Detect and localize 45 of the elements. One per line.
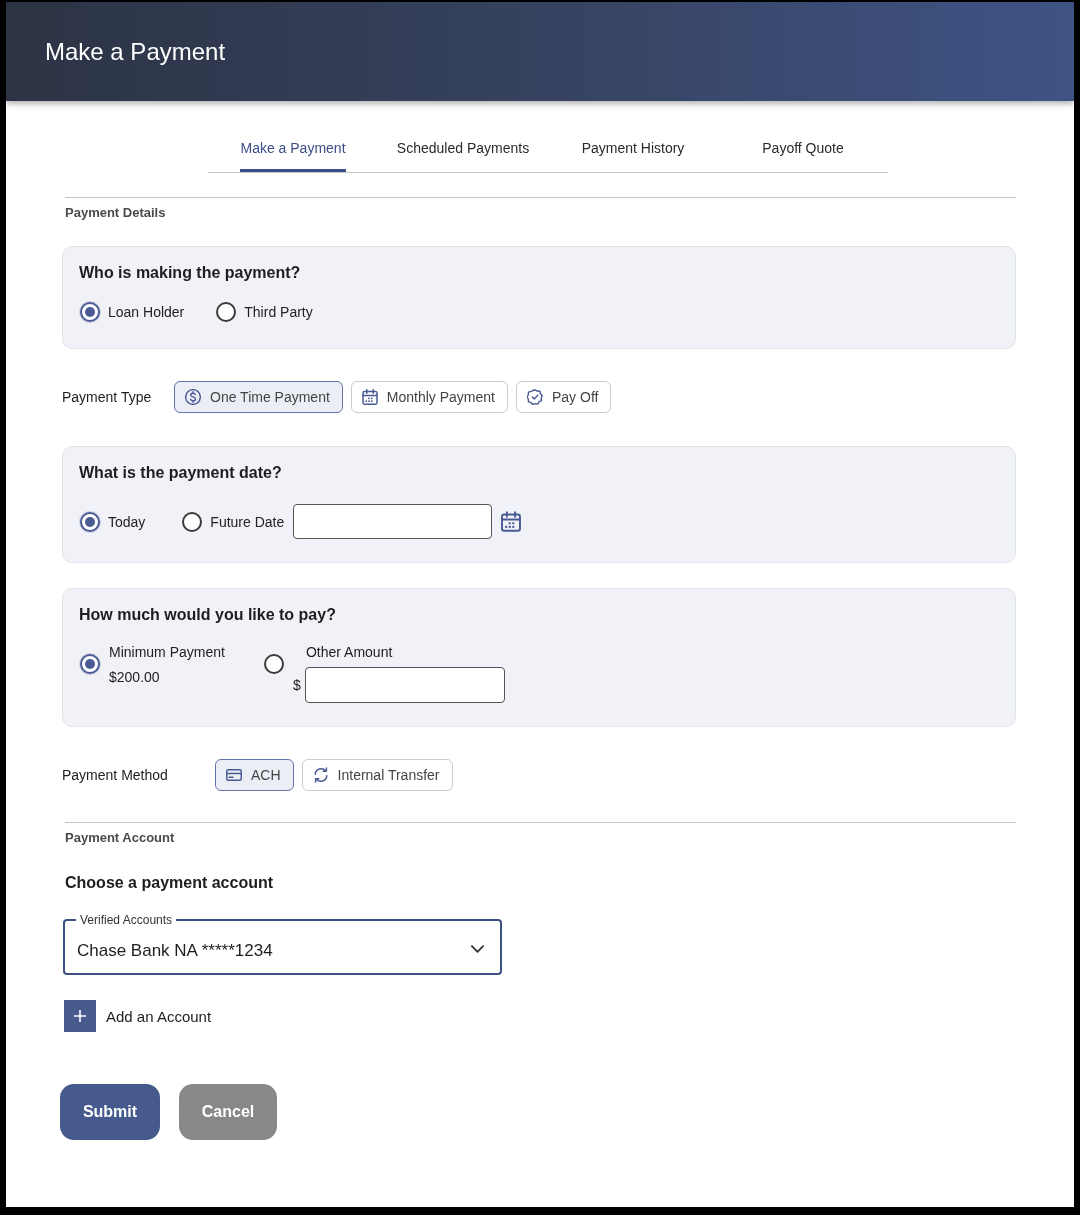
tab[interactable]: Payoff Quote [762, 131, 844, 172]
option-label: Third Party [244, 303, 313, 322]
toggle-button[interactable]: Monthly Payment [350, 381, 508, 413]
radio-button[interactable] [263, 654, 284, 674]
badge-check-icon [527, 389, 543, 405]
cancel-button[interactable]: Cancel [179, 1084, 277, 1140]
option-label: Other Amount [305, 643, 394, 662]
question-text: Who is making the payment? [79, 263, 302, 283]
prompt-text: Choose a payment account [65, 873, 274, 893]
calendar-icon[interactable] [501, 511, 522, 532]
question-text: How much would you like to pay? [79, 605, 337, 625]
tab[interactable]: Payment History [581, 131, 685, 172]
radio-button[interactable] [216, 302, 237, 322]
toggle-button[interactable]: Pay Off [516, 381, 612, 413]
radio-button[interactable] [182, 511, 203, 532]
submit-button[interactable]: Submit [60, 1084, 160, 1140]
refresh-icon [312, 767, 329, 783]
radio-button[interactable] [80, 654, 100, 674]
chevron-down-icon [471, 945, 484, 953]
plus-icon [64, 1000, 96, 1032]
section-heading: Payment Details [65, 205, 166, 221]
option-label: Future Date [210, 512, 285, 532]
section-heading: Payment Account [65, 830, 175, 846]
amount-input[interactable] [304, 667, 505, 703]
tab[interactable]: Scheduled Payments [396, 131, 530, 172]
option-label: Minimum Payment [109, 643, 225, 662]
field-label: Payment Method [62, 766, 169, 785]
field-label: Payment Type [62, 388, 153, 407]
option-label: Loan Holder [108, 303, 185, 322]
radio-button[interactable] [80, 511, 100, 532]
page-title: Make a Payment [45, 36, 226, 67]
radio-button[interactable] [80, 302, 100, 322]
account-select[interactable]: Verified Accounts Chase Bank NA *****1234 [63, 913, 502, 975]
date-input[interactable] [293, 504, 493, 539]
toggle-button[interactable]: ACH [215, 759, 294, 791]
toggle-button[interactable]: Internal Transfer [301, 759, 453, 791]
amount-text: $200.00 [109, 668, 161, 687]
option-label: Today [108, 512, 146, 532]
toggle-button[interactable]: One Time Payment [174, 381, 343, 413]
tab[interactable]: Make a Payment [240, 131, 346, 172]
credit-card-icon [226, 767, 242, 783]
currency-symbol: $ [292, 676, 301, 695]
calendar-icon [361, 389, 378, 405]
question-text: What is the payment date? [79, 463, 283, 483]
add-account-button[interactable]: Add an Account [64, 1000, 212, 1032]
